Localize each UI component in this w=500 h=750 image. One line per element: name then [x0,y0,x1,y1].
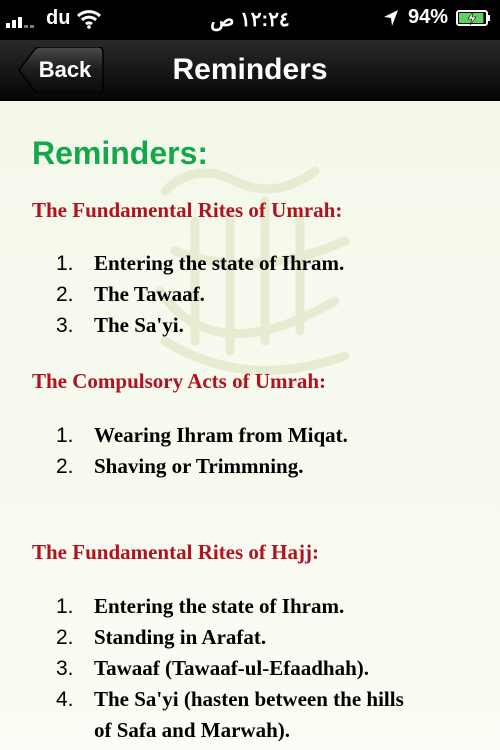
location-arrow-icon [383,9,398,26]
section-title-umrah-rites: The Fundamental Rites of Umrah: [32,198,343,222]
list-number: 3. [56,657,74,680]
list-item: 4. The Sa'yi (hasten between the hills of… [56,684,404,742]
section-title-umrah-compulsory: The Compulsory Acts of Umrah: [32,369,326,393]
list-item: 1. Entering the state of Ihram. [56,248,344,279]
list-number: 3. [56,314,74,337]
list-item: 1. Entering the state of Ihram. [56,591,344,622]
status-bar: du ١٢:٢٤ ص 94% [0,0,500,40]
list-text: The Sa'yi. [94,313,184,337]
list-number: 1. [56,595,74,618]
list-text: Standing in Arafat. [94,625,267,649]
list-number: 2. [56,455,74,478]
list-item: 3. The Sa'yi. [56,310,184,341]
list-text: Entering the state of Ihram. [94,594,345,618]
list-text-continuation: of Safa and Marwah). [94,718,291,742]
list-item: 1. Wearing Ihram from Miqat. [56,420,348,451]
list-item: 3. Tawaaf (Tawaaf-ul-Efaadhah). [56,653,369,684]
content-area: Reminders: The Fundamental Rites of Umra… [0,101,500,750]
list-text: The Tawaaf. [94,282,205,306]
list-text: Tawaaf (Tawaaf-ul-Efaadhah). [94,656,369,680]
list-text: The Sa'yi (hasten between the hills [94,687,404,711]
list-number: 1. [56,424,74,447]
list-item: 2. Standing in Arafat. [56,622,266,653]
list-text: Wearing Ihram from Miqat. [94,423,348,447]
list-item: 2. The Tawaaf. [56,279,205,310]
battery-icon [456,9,490,26]
list-number: 4. [56,688,74,711]
navigation-bar: Back Reminders [0,40,500,101]
battery-percent: 94% [407,6,448,28]
section-title-hajj-rites: The Fundamental Rites of Hajj: [32,540,319,564]
list-number: 2. [56,283,74,306]
status-right: 94% [382,6,492,29]
page-title: Reminders [172,53,328,86]
content-heading: Reminders: [32,135,209,171]
list-text: Entering the state of Ihram. [94,251,345,275]
list-text: Shaving or Trimmning. [94,454,304,478]
list-number: 2. [56,626,74,649]
list-number: 1. [56,252,74,275]
list-item: 2. Shaving or Trimmning. [56,451,303,482]
